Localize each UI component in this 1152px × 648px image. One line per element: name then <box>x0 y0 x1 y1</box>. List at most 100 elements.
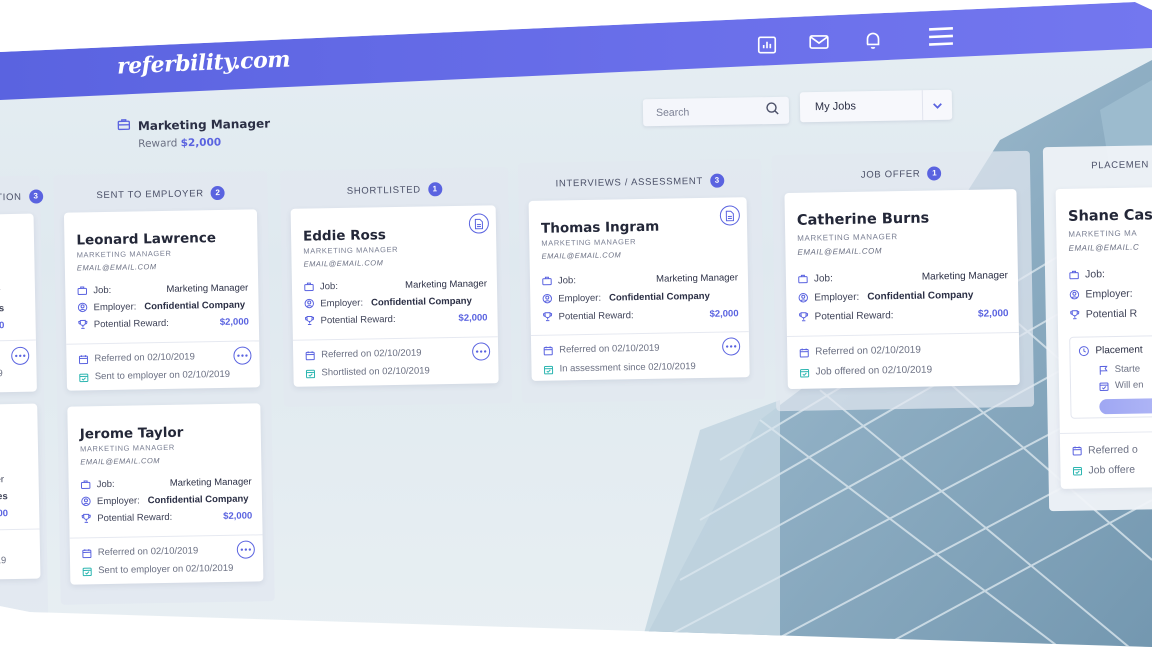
briefcase-icon <box>304 282 314 292</box>
status-date: Job offered on 02/10/2019 <box>815 364 933 378</box>
column-count-badge: 3 <box>28 189 43 204</box>
jobs-filter-value: My Jobs <box>814 100 857 114</box>
briefcase-icon <box>542 276 552 286</box>
candidate-email: EMAIL@EMAIL.COM <box>303 258 384 269</box>
calendar-icon <box>543 345 553 355</box>
bell-icon[interactable] <box>862 29 884 51</box>
candidate-card-partial[interactable]: fficer orres 2,000 2019 <box>0 213 37 393</box>
job-value: Marketing Manager <box>405 277 488 291</box>
placement-will-end: Will en <box>1114 379 1144 392</box>
column-count-badge: 2 <box>210 185 225 201</box>
trophy-icon <box>305 315 315 326</box>
reward-label: Potential R <box>1085 307 1138 321</box>
ellipsis-icon <box>240 548 252 551</box>
reward-value: $2,000 <box>223 509 253 522</box>
employer-label: Employer: <box>814 291 860 304</box>
job-value: Marketing Manager <box>921 269 1009 283</box>
more-options-button[interactable] <box>233 346 252 365</box>
column-title: PLACEMEN <box>1091 159 1150 172</box>
job-label: Job: <box>96 478 115 490</box>
column-count-badge: 1 <box>427 182 442 197</box>
referred-date: Referred on 02/10/2019 <box>321 347 422 361</box>
search-box <box>642 96 790 127</box>
employer-value: Confidential Company <box>144 299 246 312</box>
cv-document-button[interactable] <box>719 205 741 226</box>
calendar-check-icon <box>1072 466 1083 475</box>
candidate-email: EMAIL@EMAIL.COM <box>797 246 883 257</box>
column-title: JOB OFFER <box>860 168 921 181</box>
candidate-card-catherine[interactable]: Catherine Burns MARKETING MANAGER EMAIL@… <box>784 189 1020 390</box>
calendar-check-icon <box>305 369 316 378</box>
referred-date: Referred o <box>1088 443 1138 457</box>
candidate-card-thomas[interactable]: Thomas Ingram MARKETING MANAGER EMAIL@EM… <box>528 197 750 381</box>
jobs-filter-select[interactable]: My Jobs <box>799 89 953 123</box>
candidate-name[interactable]: Jerome Taylor <box>80 425 184 443</box>
column-job-offer: JOB OFFER 1 Catherine Burns MARKETING MAN… <box>771 150 1035 412</box>
calendar-icon <box>799 347 809 357</box>
candidate-name[interactable]: Catherine Burns <box>797 211 930 229</box>
column-shortlisted: SHORTLISTED 1 Eddie Ross MARKETING MANAGE… <box>279 167 513 407</box>
employer-label: Employer: <box>320 297 364 309</box>
trophy-icon <box>81 513 91 523</box>
candidate-card-eddie[interactable]: Eddie Ross MARKETING MANAGER EMAIL@EMAIL… <box>290 205 499 387</box>
reward-value: $2,000 <box>709 307 739 320</box>
status-date: Sent to employer on 02/10/2019 <box>98 562 234 577</box>
candidate-role: MARKETING MANAGER <box>541 237 637 248</box>
more-options-button[interactable] <box>11 346 30 366</box>
ellipsis-icon <box>237 354 248 357</box>
partial-job-value: fficer <box>0 284 25 299</box>
job-value: Marketing Manager <box>656 271 739 285</box>
calendar-check-icon <box>800 368 810 377</box>
user-circle-icon <box>1069 290 1080 300</box>
briefcase-icon <box>798 274 808 284</box>
employer-label: Employer: <box>558 292 602 304</box>
cv-icon <box>474 218 483 229</box>
placement-title: Placement <box>1095 344 1143 357</box>
candidate-card-shane[interactable]: Shane Cas MARKETING MA EMAIL@EMAIL.C Job… <box>1055 186 1152 489</box>
reward-label: Potential Reward: <box>93 317 169 330</box>
search-icon[interactable] <box>765 101 780 120</box>
referred-date: Referred on 02/10/2019 <box>94 351 195 365</box>
placement-progress-bar <box>1099 397 1152 415</box>
ellipsis-icon <box>725 345 737 348</box>
trophy-icon <box>543 312 553 322</box>
job-value: Marketing Manager <box>169 475 252 489</box>
reward-label: Potential Reward: <box>320 313 396 326</box>
calendar-icon <box>82 548 92 558</box>
column-title: SHORTLISTED <box>346 184 421 197</box>
trophy-icon <box>799 312 809 322</box>
candidate-card-leonard[interactable]: Leonard Lawrence MARKETING MANAGER EMAIL… <box>63 209 261 391</box>
candidate-name[interactable]: Thomas Ingram <box>541 219 659 237</box>
menu-icon[interactable] <box>928 25 954 49</box>
more-options-button[interactable] <box>471 342 491 361</box>
status-date: Job offere <box>1088 463 1136 477</box>
partial-job-value: fficer <box>0 473 5 486</box>
job-value: Marketing Manager <box>166 282 249 295</box>
job-label: Job: <box>1084 268 1106 281</box>
candidate-name[interactable]: Eddie Ross <box>303 227 386 244</box>
placement-box: Placement Starte Will en <box>1069 334 1152 419</box>
candidate-card-partial[interactable]: fficer orres 2,000 2019 <box>0 403 41 580</box>
calendar-icon <box>1072 445 1082 455</box>
search-input[interactable] <box>655 104 757 119</box>
job-title: Marketing Manager <box>137 116 271 133</box>
candidate-name[interactable]: Leonard Lawrence <box>76 230 216 248</box>
more-options-button[interactable] <box>722 337 741 356</box>
reward-value: $2,000 <box>977 307 1009 320</box>
chart-icon[interactable] <box>756 34 778 56</box>
job-label: Job: <box>557 274 577 286</box>
candidate-name[interactable]: Shane Cas <box>1068 207 1152 224</box>
partial-footer-date: 2019 <box>0 368 3 380</box>
column-count-badge: 3 <box>709 173 725 188</box>
mail-icon[interactable] <box>808 31 830 53</box>
cv-document-button[interactable] <box>468 213 490 234</box>
column-interview-partial: TION 3 fficer orres 2,000 2019 fficer orr… <box>0 175 49 617</box>
ellipsis-icon <box>475 350 487 353</box>
employer-value: Confidential Company <box>608 290 710 304</box>
status-date: In assessment since 02/10/2019 <box>559 361 696 375</box>
candidate-role: MARKETING MANAGER <box>76 248 172 260</box>
candidate-role: MARKETING MA <box>1068 228 1138 239</box>
more-options-button[interactable] <box>236 540 255 559</box>
candidate-card-jerome[interactable]: Jerome Taylor MARKETING MANAGER EMAIL@EM… <box>67 403 264 585</box>
chevron-down-icon[interactable] <box>921 89 953 121</box>
